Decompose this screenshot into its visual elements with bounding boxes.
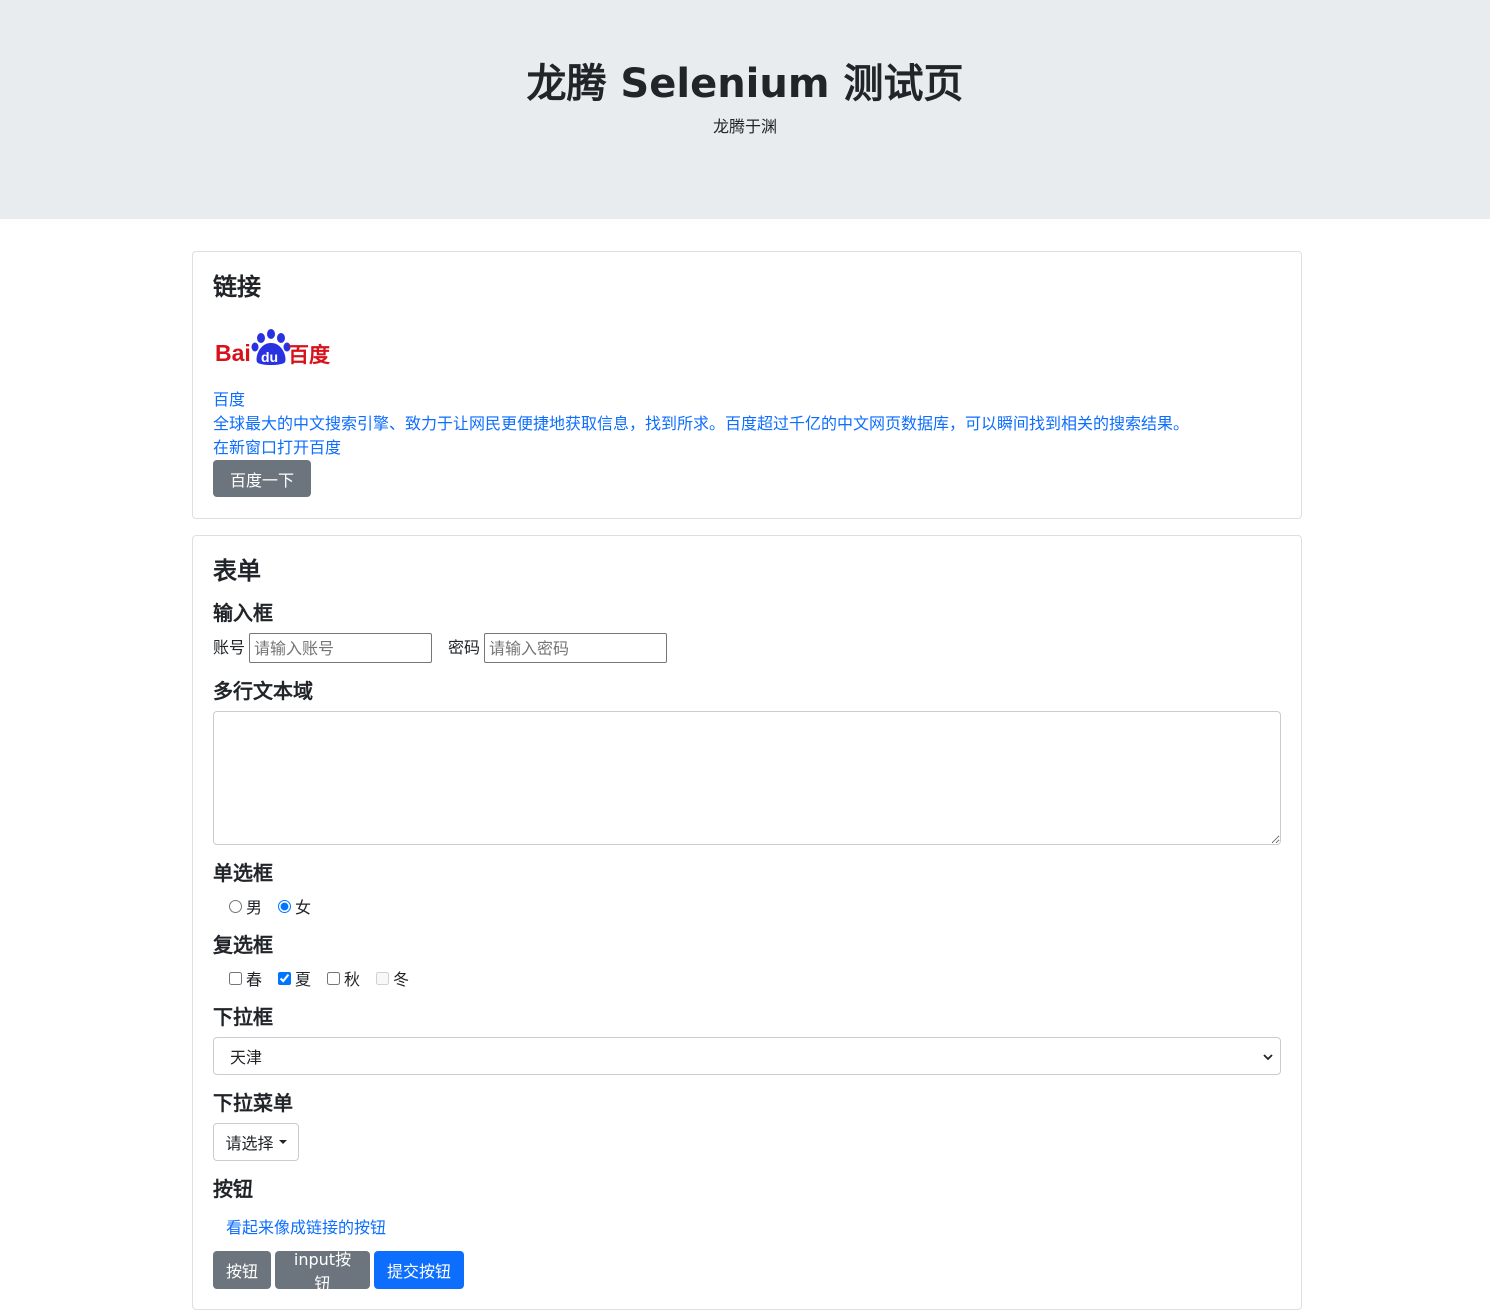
checkbox-winter: 冬 xyxy=(376,966,409,990)
multiline-textarea[interactable] xyxy=(213,711,1281,845)
select-section-title: 下拉框 xyxy=(213,1005,273,1029)
caret-down-icon xyxy=(278,1140,287,1144)
checkbox-spring-label: 春 xyxy=(246,970,263,989)
baidu-logo-icon: Bai du 百度 xyxy=(215,329,330,367)
page-subtitle: 龙腾于渊 xyxy=(712,117,777,136)
svg-text:百度: 百度 xyxy=(288,343,330,367)
checkbox-summer-label: 夏 xyxy=(295,970,312,989)
radio-male[interactable]: 男 xyxy=(229,894,262,918)
checkbox-spring[interactable]: 春 xyxy=(229,966,262,990)
dropdown-toggle-button[interactable]: 请选择 xyxy=(213,1123,299,1161)
svg-text:Bai: Bai xyxy=(215,340,251,366)
checkbox-summer[interactable]: 夏 xyxy=(278,966,311,990)
textarea-section-title: 多行文本域 xyxy=(213,679,313,703)
account-input[interactable] xyxy=(249,633,432,663)
radio-female[interactable]: 女 xyxy=(278,894,311,918)
checkbox-autumn-label: 秋 xyxy=(344,970,361,989)
checkbox-autumn[interactable]: 秋 xyxy=(327,966,360,990)
baidu-logo[interactable]: Bai du 百度 xyxy=(215,328,333,368)
page-title: 龙腾 Selenium 测试页 xyxy=(526,61,964,107)
city-select-value: 天津 xyxy=(230,1048,263,1067)
links-heading: 链接 xyxy=(213,273,261,301)
radio-section-title: 单选框 xyxy=(213,861,273,885)
baidu-link[interactable]: 百度 xyxy=(213,388,245,412)
radio-male-input[interactable] xyxy=(229,899,242,913)
password-label: 密码 xyxy=(448,638,481,657)
checkbox-winter-input xyxy=(376,971,389,985)
page-header: 龙腾 Selenium 测试页 龙腾于渊 xyxy=(0,0,1490,219)
form-card: 表单 输入框 账号 密码 多行文本域 单选框 男 女 复选框 春 夏 秋 冬 下… xyxy=(192,535,1302,1310)
checkbox-section-title: 复选框 xyxy=(213,933,273,957)
checkbox-summer-input[interactable] xyxy=(278,971,291,985)
account-label: 账号 xyxy=(213,638,246,657)
baidu-description-link[interactable]: 全球最大的中文搜索引擎、致力于让网民更便捷地获取信息，找到所求。百度超过千亿的中… xyxy=(213,412,1189,436)
plain-button[interactable]: 按钮 xyxy=(213,1251,271,1289)
dropdown-section-title: 下拉菜单 xyxy=(213,1091,293,1115)
checkbox-autumn-input[interactable] xyxy=(327,971,340,985)
buttons-section-title: 按钮 xyxy=(213,1177,253,1201)
radio-female-input[interactable] xyxy=(278,899,291,913)
radio-male-label: 男 xyxy=(246,898,263,917)
password-input[interactable] xyxy=(484,633,667,663)
link-style-button[interactable]: 看起来像成链接的按钮 xyxy=(226,1216,386,1240)
chevron-down-icon xyxy=(1263,1054,1273,1061)
baidu-search-button[interactable]: 百度一下 xyxy=(213,460,311,497)
city-select[interactable]: 天津 xyxy=(213,1037,1281,1075)
open-baidu-new-window-link[interactable]: 在新窗口打开百度 xyxy=(213,436,341,460)
form-heading: 表单 xyxy=(213,557,261,585)
submit-button[interactable]: 提交按钮 xyxy=(374,1251,464,1289)
svg-text:du: du xyxy=(261,349,278,365)
dropdown-toggle-label: 请选择 xyxy=(225,1136,274,1153)
checkbox-winter-label: 冬 xyxy=(393,970,410,989)
inputs-section-title: 输入框 xyxy=(213,601,273,625)
links-card: 链接 Bai du 百度 百度 全球最大的中文搜索引擎、致力于让网民更便捷地获取… xyxy=(192,251,1302,519)
input-button[interactable]: input按钮 xyxy=(275,1250,370,1293)
checkbox-spring-input[interactable] xyxy=(229,971,242,985)
radio-female-label: 女 xyxy=(295,898,312,917)
